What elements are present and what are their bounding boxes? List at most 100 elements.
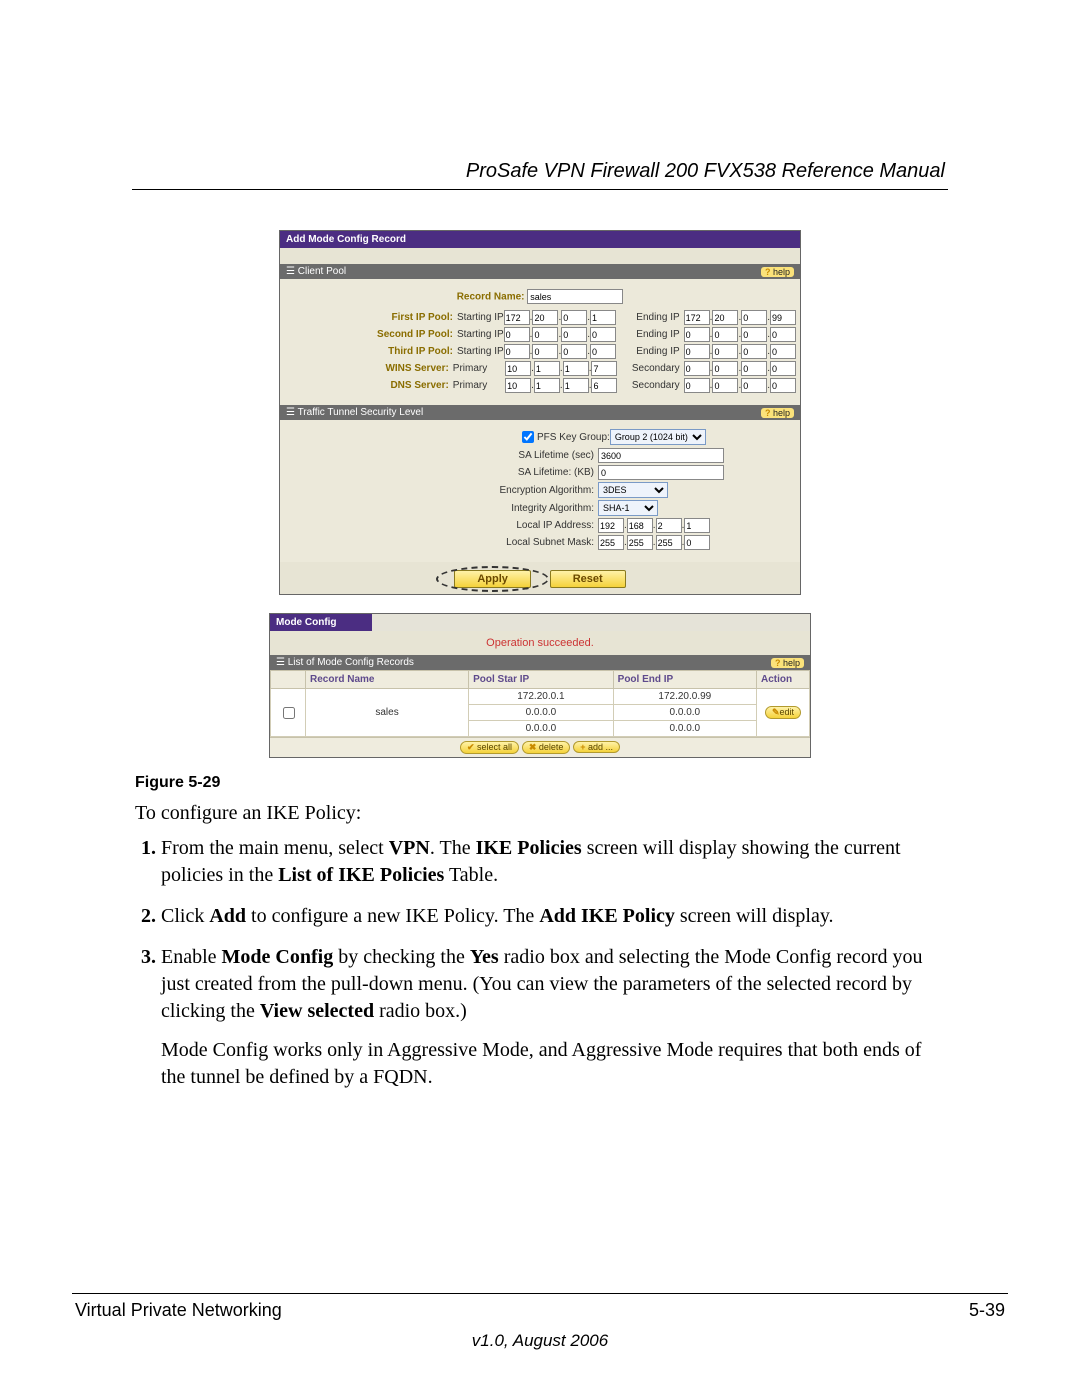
ip-octet[interactable] <box>712 310 738 325</box>
select-all-button[interactable]: ✔ select all <box>460 741 519 754</box>
wins-label: WINS Server: <box>284 363 453 374</box>
ip-octet[interactable] <box>534 361 560 376</box>
ip-octet[interactable] <box>561 344 587 359</box>
third-ip-label: Third IP Pool: <box>284 346 457 357</box>
second-ip-label: Second IP Pool: <box>284 329 457 340</box>
first-start-label: Starting IP <box>457 312 504 323</box>
ip-octet[interactable] <box>598 535 624 550</box>
dns-label: DNS Server: <box>284 380 453 391</box>
ip-octet[interactable] <box>741 344 767 359</box>
lip-label: Local IP Address: <box>284 520 598 531</box>
help-link[interactable]: help <box>761 267 794 277</box>
ip-octet[interactable] <box>504 310 530 325</box>
ip-octet[interactable] <box>561 327 587 342</box>
ip-octet[interactable] <box>684 535 710 550</box>
apply-button[interactable]: Apply <box>454 570 531 588</box>
page-number: 5-39 <box>969 1300 1005 1321</box>
ip-octet[interactable] <box>656 535 682 550</box>
ip-octet[interactable] <box>561 310 587 325</box>
int-select[interactable]: SHA-1 <box>598 500 658 516</box>
ip-octet[interactable] <box>770 378 796 393</box>
dns-primary-label: Primary <box>453 380 505 391</box>
record-name-input[interactable] <box>527 289 623 304</box>
ip-octet[interactable] <box>684 518 710 533</box>
titlebar-mode-config: Mode Config <box>270 614 372 631</box>
third-start-label: Starting IP <box>457 346 504 357</box>
ip-octet[interactable] <box>505 361 531 376</box>
sa-sec-input[interactable] <box>598 448 724 463</box>
ip-octet[interactable] <box>563 361 589 376</box>
ip-octet[interactable] <box>712 361 738 376</box>
header-rule <box>132 189 948 190</box>
ip-octet[interactable] <box>656 518 682 533</box>
ip-octet[interactable] <box>534 378 560 393</box>
steps-list: From the main menu, select VPN. The IKE … <box>135 835 945 1091</box>
ip-octet[interactable] <box>741 310 767 325</box>
second-end-label: Ending IP <box>616 329 684 340</box>
ip-octet[interactable] <box>684 378 710 393</box>
help-link[interactable]: help <box>771 658 804 668</box>
ip-octet[interactable] <box>741 327 767 342</box>
ip-octet[interactable] <box>532 327 558 342</box>
ip-octet[interactable] <box>684 310 710 325</box>
ip-octet[interactable] <box>770 327 796 342</box>
ip-octet[interactable] <box>590 327 616 342</box>
ip-octet[interactable] <box>598 518 624 533</box>
ip-octet[interactable] <box>532 310 558 325</box>
ip-octet[interactable] <box>627 518 653 533</box>
section-tunnel: ☰ Traffic Tunnel Security Level help <box>280 405 800 420</box>
ip-octet[interactable] <box>712 327 738 342</box>
col-action: Action <box>757 671 810 689</box>
ip-octet[interactable] <box>590 344 616 359</box>
ip-octet[interactable] <box>684 344 710 359</box>
ip-octet[interactable] <box>591 378 617 393</box>
ip-octet[interactable] <box>627 535 653 550</box>
record-name-label: Record Name: <box>457 292 525 303</box>
ip-octet[interactable] <box>684 361 710 376</box>
records-table: Record Name Pool Star IP Pool End IP Act… <box>270 670 810 737</box>
footer-version: v1.0, August 2006 <box>0 1321 1080 1351</box>
first-ip-label: First IP Pool: <box>284 312 457 323</box>
ip-octet[interactable] <box>591 361 617 376</box>
edit-button[interactable]: ✎edit <box>765 706 801 719</box>
col-pool-end: Pool End IP <box>613 671 756 689</box>
ip-octet[interactable] <box>684 327 710 342</box>
row-checkbox[interactable] <box>283 707 295 719</box>
step-2: Click Add to configure a new IKE Policy.… <box>161 903 945 930</box>
cell-record-name: sales <box>306 689 469 737</box>
wins-primary-label: Primary <box>453 363 505 374</box>
wins-secondary-label: Secondary <box>617 363 683 374</box>
ip-octet[interactable] <box>504 327 530 342</box>
ip-octet[interactable] <box>770 344 796 359</box>
int-label: Integrity Algorithm: <box>284 503 598 514</box>
ip-octet[interactable] <box>741 378 767 393</box>
ip-octet[interactable] <box>712 344 738 359</box>
ip-octet[interactable] <box>504 344 530 359</box>
step-3: Enable Mode Config by checking the Yes r… <box>161 944 945 1091</box>
pfs-select[interactable]: Group 2 (1024 bit) <box>610 429 706 445</box>
ip-octet[interactable] <box>505 378 531 393</box>
table-row: sales 172.20.0.1 172.20.0.99 ✎edit <box>271 689 810 705</box>
ip-octet[interactable] <box>770 361 796 376</box>
footer-left: Virtual Private Networking <box>75 1300 282 1321</box>
delete-button[interactable]: ✖ delete <box>522 741 571 754</box>
pfs-checkbox[interactable] <box>522 431 534 443</box>
ip-octet[interactable] <box>712 378 738 393</box>
cell-start-ip: 0.0.0.0 <box>469 705 614 721</box>
sa-kb-input[interactable] <box>598 465 724 480</box>
third-end-label: Ending IP <box>616 346 684 357</box>
step-3-note: Mode Config works only in Aggressive Mod… <box>161 1037 945 1091</box>
ip-octet[interactable] <box>563 378 589 393</box>
reset-button[interactable]: Reset <box>550 570 626 588</box>
ip-octet[interactable] <box>532 344 558 359</box>
cell-start-ip: 0.0.0.0 <box>469 721 614 737</box>
add-button[interactable]: + add ... <box>573 741 620 753</box>
enc-select[interactable]: 3DES <box>598 482 668 498</box>
titlebar-add: Add Mode Config Record <box>280 231 800 248</box>
dns-secondary-label: Secondary <box>617 380 683 391</box>
ip-octet[interactable] <box>741 361 767 376</box>
help-link[interactable]: help <box>761 408 794 418</box>
ip-octet[interactable] <box>770 310 796 325</box>
cell-end-ip: 0.0.0.0 <box>613 705 756 721</box>
ip-octet[interactable] <box>590 310 616 325</box>
